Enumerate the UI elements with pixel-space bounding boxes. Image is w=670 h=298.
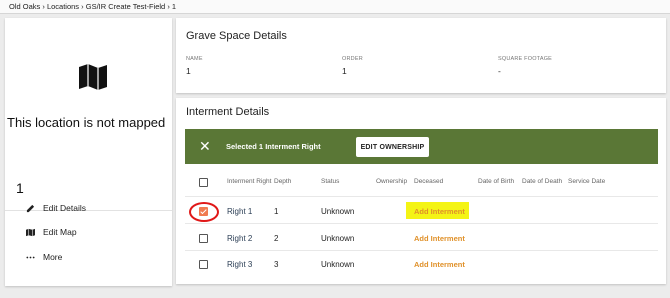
row-checkbox-right-1[interactable] <box>199 207 208 216</box>
add-interment-link-right-1[interactable]: Add Interment <box>414 207 465 216</box>
grave-space-title: Grave Space Details <box>186 30 287 42</box>
interment-title: Interment Details <box>186 106 270 118</box>
location-number: 1 <box>16 180 24 196</box>
row-name-right-2[interactable]: Right 2 <box>227 234 252 243</box>
column-header-deceased[interactable]: Deceased <box>414 178 443 185</box>
row-status-right-1: Unknown <box>321 207 355 216</box>
select-all-checkbox[interactable] <box>199 178 208 187</box>
edit-ownership-button[interactable]: EDIT OWNERSHIP <box>356 137 429 157</box>
name-value: 1 <box>186 66 191 76</box>
breadcrumb-item-current: 1 <box>171 2 177 11</box>
row-name-right-3[interactable]: Right 3 <box>227 260 252 269</box>
selection-bar: ✕ Selected 1 Interment Right EDIT OWNERS… <box>185 129 658 164</box>
row-depth-right-2: 2 <box>274 234 279 243</box>
square-footage-label: SQUARE FOOTAGE <box>498 56 553 62</box>
not-mapped-message: This location is not mapped <box>7 115 166 130</box>
edit-map-button[interactable]: Edit Map <box>25 227 77 237</box>
column-header-service-date[interactable]: Service Date <box>568 178 605 185</box>
row-checkbox-right-2[interactable] <box>199 234 208 243</box>
square-footage-value: - <box>498 66 501 76</box>
breadcrumb: Old Oaks › Locations › GS/IR Create Test… <box>0 0 670 14</box>
row-status-right-2: Unknown <box>321 234 355 243</box>
column-header-interment-right[interactable]: Interment Right <box>227 178 271 185</box>
edit-details-button[interactable]: Edit Details <box>25 203 86 213</box>
interment-card: Interment Details ✕ Selected 1 Interment… <box>176 98 666 284</box>
selection-count: Selected 1 Interment Right <box>226 142 321 151</box>
breadcrumb-item-field[interactable]: GS/IR Create Test-Field <box>86 2 165 11</box>
map-icon <box>25 227 35 237</box>
edit-map-label: Edit Map <box>43 227 77 237</box>
breadcrumb-separator: › <box>81 2 84 11</box>
column-header-depth[interactable]: Depth <box>274 178 291 185</box>
add-interment-link-right-3[interactable]: Add Interment <box>414 260 465 269</box>
column-header-status[interactable]: Status <box>321 178 339 185</box>
row-checkbox-right-3[interactable] <box>199 260 208 269</box>
order-label: ORDER <box>342 56 363 62</box>
breadcrumb-separator: › <box>167 2 170 11</box>
add-interment-link-right-2[interactable]: Add Interment <box>414 234 465 243</box>
row-status-right-3: Unknown <box>321 260 355 269</box>
more-label: More <box>43 252 63 262</box>
breadcrumb-item-old-oaks[interactable]: Old Oaks <box>9 2 40 11</box>
column-header-date-of-birth[interactable]: Date of Birth <box>478 178 514 185</box>
order-value: 1 <box>342 66 347 76</box>
close-icon[interactable]: ✕ <box>199 138 211 154</box>
row-divider <box>185 250 658 251</box>
name-label: NAME <box>186 56 203 62</box>
row-divider <box>185 223 658 224</box>
edit-details-label: Edit Details <box>43 203 86 213</box>
breadcrumb-separator: › <box>42 2 45 11</box>
breadcrumb-item-locations[interactable]: Locations <box>47 2 79 11</box>
location-card: This location is not mapped 1 Edit Detai… <box>5 18 172 286</box>
row-name-right-1[interactable]: Right 1 <box>227 207 252 216</box>
row-depth-right-3: 3 <box>274 260 279 269</box>
column-header-date-of-death[interactable]: Date of Death <box>522 178 562 185</box>
grave-space-card: Grave Space Details NAME 1 ORDER 1 SQUAR… <box>176 18 666 93</box>
more-button[interactable]: More <box>25 252 62 262</box>
column-header-ownership[interactable]: Ownership <box>376 178 407 185</box>
map-icon <box>79 64 107 90</box>
row-depth-right-1: 1 <box>274 207 279 216</box>
pencil-icon <box>25 203 35 213</box>
row-divider <box>185 196 658 197</box>
more-horizontal-icon <box>25 252 35 262</box>
